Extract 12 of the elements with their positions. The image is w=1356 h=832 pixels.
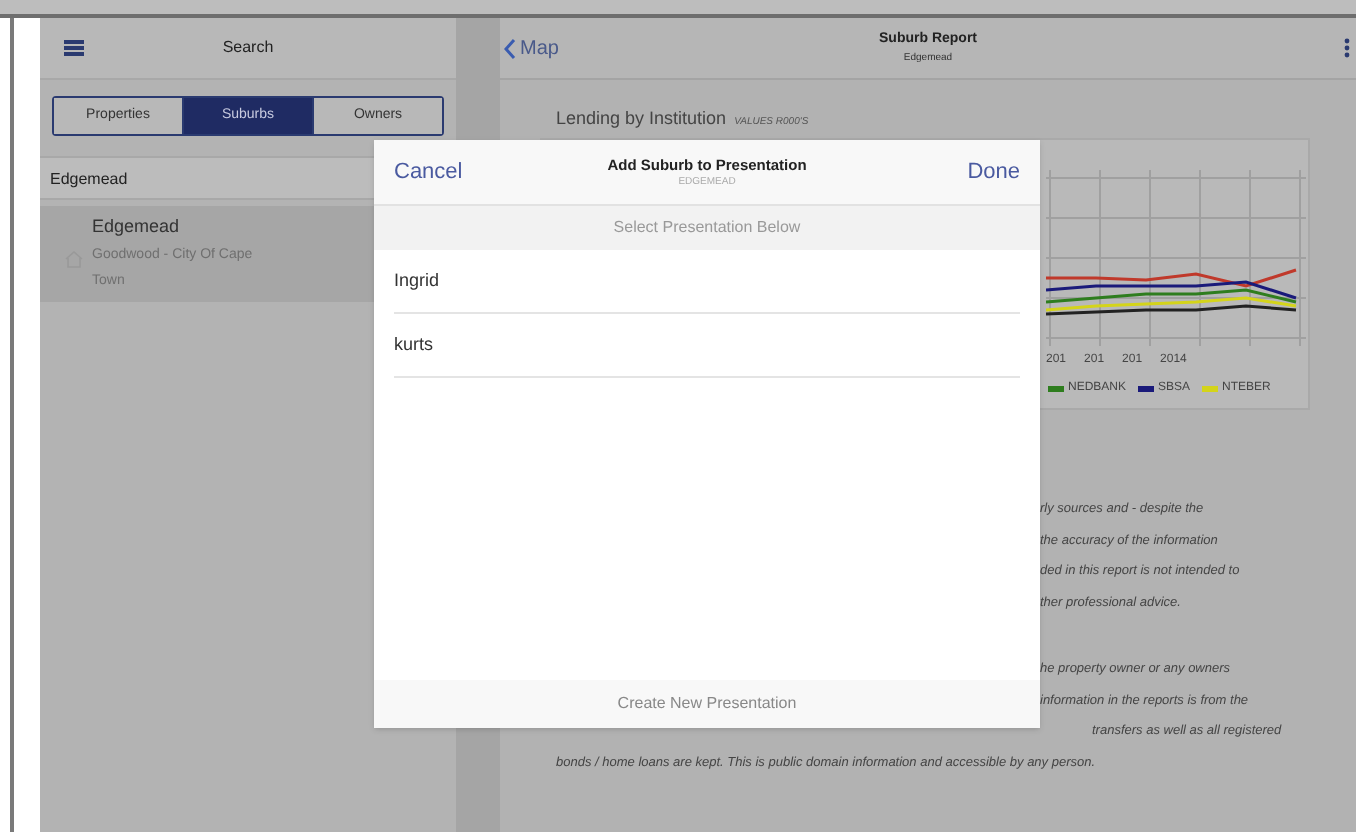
chevron-left-icon [504, 37, 516, 59]
sidebar-title: Search [222, 36, 274, 60]
result-name: Edgemead [92, 214, 182, 240]
prompt-text: Select Presentation Below [613, 216, 801, 240]
more-icon[interactable] [1344, 38, 1350, 58]
presentation-item[interactable]: kurts [394, 314, 1020, 378]
menu-icon[interactable] [64, 40, 84, 56]
create-presentation-button[interactable]: Create New Presentation [374, 680, 1040, 728]
done-button[interactable]: Done [967, 155, 1020, 189]
presentation-item[interactable]: Ingrid [394, 250, 1020, 314]
back-button[interactable]: Map [504, 33, 559, 63]
section-title: Lending by Institution [556, 106, 727, 132]
